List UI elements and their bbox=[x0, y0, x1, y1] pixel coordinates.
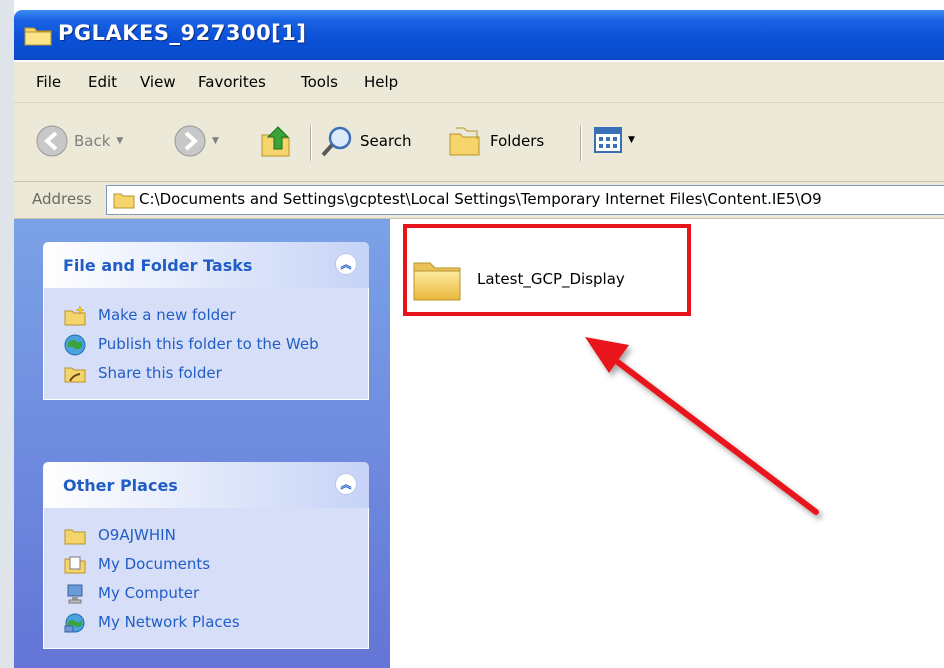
place-my-computer[interactable]: My Computer bbox=[44, 580, 368, 609]
place-label: My Network Places bbox=[98, 613, 240, 631]
back-label: Back bbox=[74, 132, 111, 150]
annotation-arrow-icon bbox=[585, 337, 819, 515]
address-bar: Address C:\Documents and Settings\gcptes… bbox=[14, 182, 944, 219]
folder-icon bbox=[113, 193, 135, 209]
my-computer-icon bbox=[67, 584, 83, 604]
address-path: C:\Documents and Settings\gcptest\Local … bbox=[139, 190, 822, 208]
menu-bar: File Edit View Favorites Tools Help bbox=[14, 62, 944, 103]
task-label: Publish this folder to the Web bbox=[98, 335, 319, 353]
menu-edit[interactable]: Edit bbox=[88, 73, 117, 91]
other-places-header[interactable]: Other Places ︽ bbox=[43, 462, 369, 508]
search-magnifier-icon bbox=[321, 126, 352, 157]
folders-label: Folders bbox=[490, 132, 545, 150]
collapse-chevron-icon[interactable]: ︽ bbox=[335, 473, 357, 495]
search-label: Search bbox=[360, 132, 412, 150]
place-o9ajwhin[interactable]: O9AJWHIN bbox=[44, 522, 368, 551]
menu-file[interactable]: File bbox=[36, 73, 61, 91]
folder-icon bbox=[64, 529, 86, 545]
task-share-folder[interactable]: Share this folder bbox=[44, 360, 368, 389]
forward-button[interactable]: ▼ bbox=[174, 125, 219, 157]
up-folder-button[interactable] bbox=[260, 123, 296, 159]
other-places-list: O9AJWHIN My Documents My Computer My Net… bbox=[43, 508, 369, 649]
title-bar[interactable]: PGLAKES_927300[1] bbox=[14, 10, 944, 60]
toolbar-separator bbox=[310, 125, 312, 161]
search-button[interactable]: Search bbox=[320, 124, 412, 158]
folder-content-area: Latest_GCP_Display bbox=[391, 219, 944, 668]
task-pane: File and Folder Tasks ︽ Make a new folde… bbox=[14, 219, 390, 668]
other-places-title: Other Places bbox=[63, 476, 178, 495]
my-documents-icon bbox=[64, 556, 86, 574]
back-dropdown-icon[interactable]: ▼ bbox=[116, 136, 123, 146]
views-icon bbox=[594, 127, 622, 153]
views-dropdown-icon[interactable]: ▼ bbox=[628, 135, 635, 145]
explorer-window: PGLAKES_927300[1] File Edit View Favorit… bbox=[14, 0, 944, 668]
toolbar-separator bbox=[580, 125, 582, 161]
address-label: Address bbox=[32, 190, 92, 208]
standard-toolbar: Back ▼ ▼ Search Folders ▼ bbox=[14, 103, 944, 182]
menu-help[interactable]: Help bbox=[364, 73, 398, 91]
place-label: My Computer bbox=[98, 584, 200, 602]
file-folder-tasks-list: Make a new folder Publish this folder to… bbox=[43, 288, 369, 400]
share-folder-icon bbox=[64, 367, 86, 383]
other-places-panel: Other Places ︽ O9AJWHIN My Documents My … bbox=[43, 462, 369, 649]
place-my-documents[interactable]: My Documents bbox=[44, 551, 368, 580]
file-folder-tasks-title: File and Folder Tasks bbox=[63, 256, 253, 275]
back-button[interactable]: Back ▼ bbox=[36, 125, 123, 157]
forward-arrow-icon bbox=[174, 125, 206, 157]
menu-tools[interactable]: Tools bbox=[301, 73, 338, 91]
views-button[interactable]: ▼ bbox=[594, 127, 635, 153]
folders-button[interactable]: Folders bbox=[448, 124, 544, 158]
collapse-chevron-icon[interactable]: ︽ bbox=[335, 253, 357, 275]
address-input[interactable]: C:\Documents and Settings\gcptest\Local … bbox=[106, 185, 944, 215]
menu-favorites[interactable]: Favorites bbox=[198, 73, 266, 91]
task-label: Make a new folder bbox=[98, 306, 236, 324]
place-label: My Documents bbox=[98, 555, 211, 573]
task-publish-folder[interactable]: Publish this folder to the Web bbox=[44, 331, 368, 360]
task-make-new-folder[interactable]: Make a new folder bbox=[44, 302, 368, 331]
task-label: Share this folder bbox=[98, 364, 222, 382]
publish-web-icon bbox=[64, 334, 86, 356]
new-folder-icon bbox=[64, 305, 86, 326]
folders-icon bbox=[449, 127, 480, 156]
up-folder-icon bbox=[261, 126, 290, 157]
file-folder-tasks-header[interactable]: File and Folder Tasks ︽ bbox=[43, 242, 369, 288]
file-folder-tasks-panel: File and Folder Tasks ︽ Make a new folde… bbox=[43, 242, 369, 400]
menu-view[interactable]: View bbox=[140, 73, 176, 91]
folder-icon bbox=[24, 27, 52, 46]
place-label: O9AJWHIN bbox=[98, 526, 176, 544]
background-window bbox=[0, 0, 15, 668]
place-my-network-places[interactable]: My Network Places bbox=[44, 609, 368, 638]
annotation-highlight-box bbox=[403, 224, 691, 316]
network-places-icon bbox=[64, 613, 85, 633]
window-title: PGLAKES_927300[1] bbox=[58, 21, 307, 45]
forward-dropdown-icon[interactable]: ▼ bbox=[212, 136, 219, 146]
back-arrow-icon bbox=[36, 125, 68, 157]
